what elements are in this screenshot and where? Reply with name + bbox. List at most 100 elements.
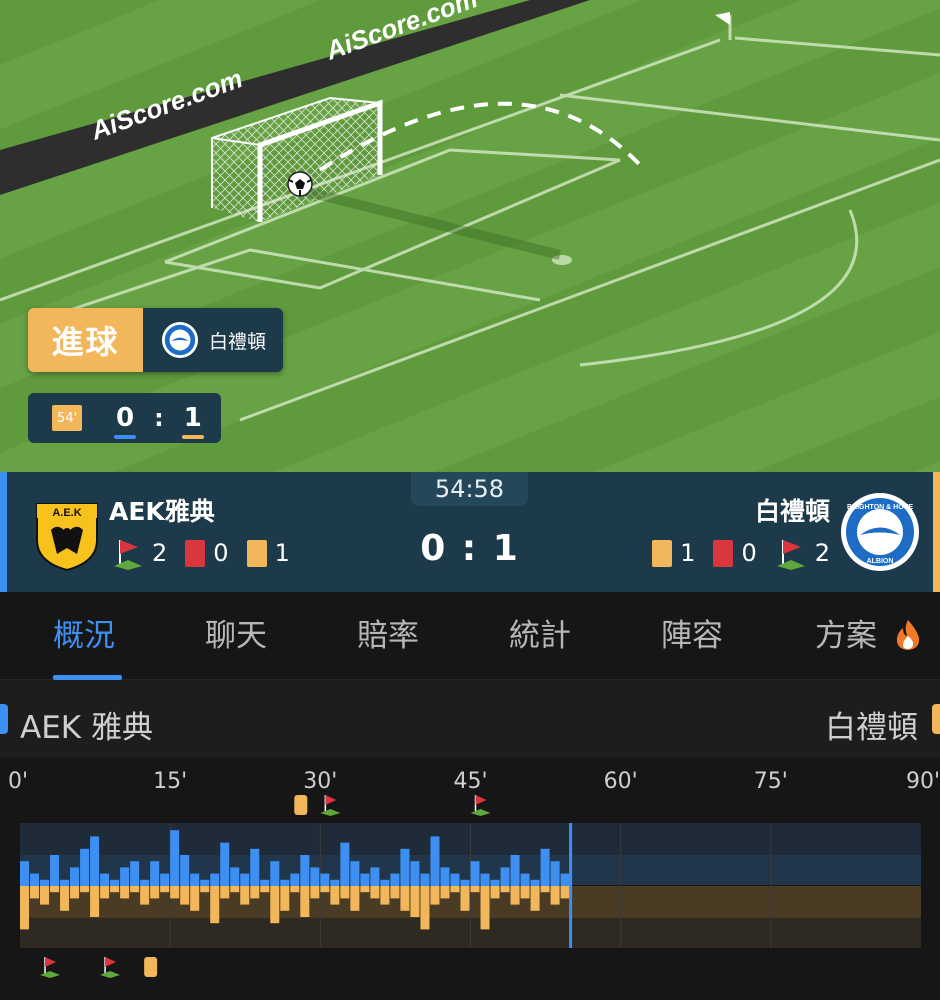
away-momentum-bar	[390, 886, 400, 899]
brighton-logo-icon	[161, 321, 199, 359]
away-momentum-bar	[40, 886, 50, 905]
away-momentum-bar	[430, 886, 440, 905]
yellow-card-icon	[144, 957, 158, 977]
tab-stats[interactable]: 統計	[509, 610, 571, 655]
home-momentum-bar	[30, 873, 40, 886]
away-momentum-bar	[100, 886, 110, 899]
away-momentum-bar	[130, 886, 140, 893]
corner-flag-icon	[325, 795, 337, 805]
corner-flag-icon	[100, 971, 121, 978]
minute-tick-label: 60'	[604, 769, 638, 794]
home-momentum-bar	[360, 873, 370, 886]
away-momentum-bar	[550, 886, 560, 905]
home-momentum-bar	[460, 879, 470, 886]
home-momentum-bar	[130, 861, 140, 886]
away-momentum-bar	[290, 886, 300, 893]
home-momentum-bar	[70, 867, 80, 886]
away-momentum-bar	[170, 886, 180, 899]
home-momentum-bar	[430, 836, 440, 886]
home-momentum-bar	[330, 879, 340, 886]
corner-flag-icon	[105, 957, 117, 967]
away-momentum-bar	[370, 886, 380, 899]
mini-score-home: 0	[114, 403, 137, 439]
away-momentum-bar	[380, 886, 390, 905]
mini-score-away: 1	[181, 403, 204, 439]
tab-chat[interactable]: 聊天	[205, 610, 267, 655]
minute-tick-label: 75'	[754, 769, 788, 794]
home-momentum-bar	[210, 873, 220, 886]
home-momentum-bar	[420, 873, 430, 886]
home-momentum-bar	[140, 879, 150, 886]
home-momentum-bar	[160, 873, 170, 886]
away-momentum-bar	[90, 886, 100, 917]
mini-scoreline: 54' 0 : 1	[28, 393, 221, 443]
home-momentum-bar	[90, 836, 100, 886]
home-momentum-bar	[380, 879, 390, 886]
away-momentum-bar	[140, 886, 150, 905]
home-momentum-bar	[410, 861, 420, 886]
timeline-home-team: AEK 雅典	[20, 710, 153, 746]
away-momentum-bar	[240, 886, 250, 905]
home-momentum-bar	[100, 873, 110, 886]
away-momentum-bar	[210, 886, 220, 924]
away-momentum-bar	[190, 886, 200, 911]
home-momentum-bar	[440, 867, 450, 886]
away-momentum-bar	[520, 886, 530, 899]
home-momentum-bar	[80, 848, 90, 886]
home-momentum-bar	[230, 867, 240, 886]
match-clock: 54:58	[411, 472, 528, 506]
home-momentum-bar	[110, 879, 120, 886]
home-momentum-bar	[280, 879, 290, 886]
home-momentum-bar	[370, 867, 380, 886]
away-team-name[interactable]: 白禮頓	[755, 492, 830, 528]
home-team-name[interactable]: AEK雅典	[109, 492, 215, 528]
red-card-icon	[713, 539, 734, 567]
away-momentum-bar	[220, 886, 230, 899]
home-momentum-bar	[540, 848, 550, 886]
tab-lineups[interactable]: 陣容	[661, 610, 723, 655]
home-momentum-bar	[170, 830, 180, 886]
corner-flag-icon	[40, 971, 61, 978]
svg-text:ALBION: ALBION	[867, 558, 894, 565]
away-momentum-bar	[180, 886, 190, 905]
home-momentum-bar	[150, 861, 160, 886]
minute-tick-label: 90'	[906, 769, 940, 794]
home-momentum-bar	[390, 873, 400, 886]
away-momentum-bar	[460, 886, 470, 911]
away-corners: 2	[814, 539, 830, 567]
away-match-stats: 1 0 2	[652, 536, 830, 570]
home-momentum-bar	[260, 879, 270, 886]
mini-score-separator: :	[154, 404, 164, 432]
match-momentum-timeline: 0' 15' 30' 45' 60' 75' 90'	[0, 758, 940, 1000]
tab-overview[interactable]: 概況	[53, 610, 115, 655]
home-momentum-bar	[190, 873, 200, 886]
tab-odds[interactable]: 賠率	[357, 610, 419, 655]
minute-tick-label: 45'	[453, 769, 487, 794]
away-momentum-bar	[120, 886, 130, 899]
tab-tips[interactable]: 方案	[815, 610, 877, 655]
timeline-away-team: 白禮頓	[825, 710, 918, 746]
away-momentum-bar	[420, 886, 430, 930]
away-yellow-cards: 1	[680, 539, 696, 567]
away-momentum-bar	[330, 886, 340, 905]
momentum-chart: 0' 15' 30' 45' 60' 75' 90'	[8, 769, 940, 978]
away-momentum-bar	[150, 886, 160, 899]
away-momentum-bar	[110, 886, 120, 893]
home-momentum-bar	[290, 873, 300, 886]
home-momentum-bar	[220, 842, 230, 886]
home-momentum-bar	[350, 861, 360, 886]
event-type-label: 進球	[28, 308, 143, 372]
event-team-name: 白禮頓	[209, 330, 267, 353]
minute-tick-label: 30'	[303, 769, 337, 794]
brighton-logo-icon[interactable]: BRIGHTON & HOVE ALBION	[840, 492, 920, 572]
away-momentum-bar	[50, 886, 60, 893]
away-momentum-bar	[490, 886, 500, 899]
away-momentum-bar	[500, 886, 510, 893]
away-momentum-bar	[280, 886, 290, 911]
away-color-marker	[932, 704, 940, 734]
home-momentum-bar	[450, 873, 460, 886]
home-momentum-bar	[470, 861, 480, 886]
home-momentum-bar	[560, 873, 570, 886]
home-momentum-bar	[200, 879, 210, 886]
away-momentum-bar	[410, 886, 420, 917]
